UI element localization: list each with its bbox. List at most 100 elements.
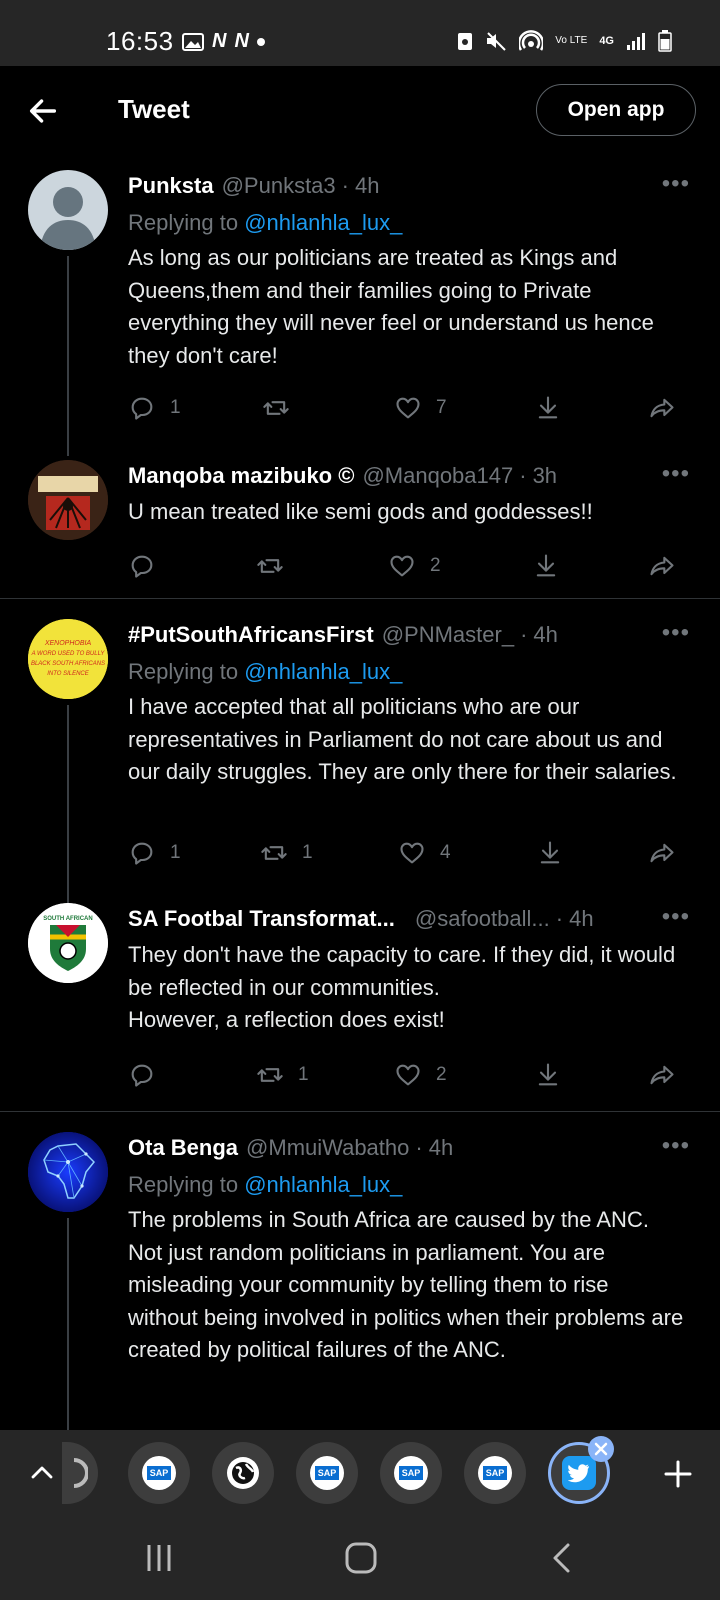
avatar[interactable] [28,460,108,540]
status-left-icons: N N [182,30,265,53]
home-icon[interactable] [344,1540,378,1576]
tweet-author-handle[interactable]: @Punksta3 [222,173,336,199]
svg-text:SOUTH AFRICAN: SOUTH AFRICAN [43,916,92,922]
tweet-time[interactable]: 4h [355,173,379,199]
download-icon [536,554,556,577]
thread-line [67,256,69,456]
tweet-author-name[interactable]: Ota Benga [128,1135,238,1161]
tab-thumbnail[interactable]: SAP [380,1442,442,1504]
sap-label: SAP [482,1466,508,1480]
tab-thumbnail[interactable] [62,1442,98,1504]
plus-icon[interactable] [664,1460,692,1488]
tweet-item[interactable]: Manqoba mazibuko © @Manqoba147 · 3h ••• … [0,446,720,598]
tab-thumbnail[interactable]: SAP [128,1442,190,1504]
replying-prefix: Replying to [128,210,239,235]
back-icon[interactable] [548,1542,578,1574]
twitter-icon [562,1456,596,1490]
tweet-author-handle[interactable]: @safootball... [415,906,550,932]
tweet-author-handle[interactable]: @PNMaster_ [382,622,514,648]
tab-thumbnail[interactable]: SAP [296,1442,358,1504]
tweet-author-handle[interactable]: @Manqoba147 [362,463,513,489]
open-app-button[interactable]: Open app [536,84,696,136]
system-navigation-bar [0,1516,720,1600]
reply-button[interactable] [128,1057,170,1093]
more-options-icon[interactable]: ••• [662,170,690,198]
reply-button[interactable] [128,548,170,584]
separator-dot: · [341,173,349,198]
retweet-icon [257,559,283,573]
reply-button[interactable]: 1 [128,835,181,871]
share-button[interactable] [648,390,676,426]
retweet-count: 1 [298,1064,309,1085]
retweet-button[interactable]: 1 [260,835,313,871]
tweet-item[interactable]: XENOPHOBIA A WORD USED TO BULLY BLACK SO… [0,599,720,905]
avatar[interactable]: XENOPHOBIA A WORD USED TO BULLY BLACK SO… [28,619,108,699]
replying-to: Replying to @nhlanhla_lux_ [128,659,402,685]
like-button[interactable]: 7 [394,390,447,426]
tweet-time[interactable]: 3h [533,463,557,489]
tweet-author-name[interactable]: Manqoba mazibuko © [128,463,354,489]
tweet-item[interactable]: SOUTH AFRICAN SA Footbal Transformat... … [0,889,720,1111]
share-icon [650,556,674,576]
mention-link[interactable]: @nhlanhla_lux_ [244,210,402,235]
tweet-author-handle[interactable]: @MmuiWabatho [246,1135,409,1161]
globe-icon [227,1457,259,1489]
hotspot-icon [519,30,544,51]
tab-tray: SAP SAP SAP SAP [0,1430,720,1516]
share-button[interactable] [648,835,676,871]
chevron-up-icon[interactable] [28,1460,56,1486]
tweet-time[interactable]: 4h [569,906,593,932]
like-button[interactable]: 4 [398,835,451,871]
tweet-item[interactable]: Ota Benga @MmuiWabatho · 4h ••• Replying… [0,1112,720,1430]
tweet-actions: 1 2 [128,1057,694,1093]
like-count: 7 [436,397,447,418]
battery-icon [658,30,672,52]
replies-feed[interactable]: Punksta @Punksta3 · 4h ••• Replying to @… [0,156,720,1430]
avatar[interactable] [28,170,108,250]
retweet-button[interactable] [256,548,298,584]
share-button[interactable] [648,548,676,584]
more-options-icon[interactable]: ••• [662,903,690,931]
retweet-icon [261,846,287,860]
like-button[interactable]: 2 [388,548,441,584]
mention-link[interactable]: @nhlanhla_lux_ [244,659,402,684]
reply-button[interactable]: 1 [128,390,181,426]
download-button[interactable] [534,390,562,426]
animal-farm-avatar-icon [28,460,108,540]
tweet-time[interactable]: 4h [533,622,557,648]
heart-icon [390,555,414,577]
tab-thumbnail[interactable]: SAP [464,1442,526,1504]
download-button[interactable] [536,835,564,871]
tweet-author-name[interactable]: Punksta [128,173,214,199]
tweet-author-name[interactable]: #PutSouthAfricansFirst [128,622,374,648]
tweet-item[interactable]: Punksta @Punksta3 · 4h ••• Replying to @… [0,156,720,456]
status-right-icons: Vo LTE 4G [457,30,672,52]
download-button[interactable] [534,1057,562,1093]
reply-count: 1 [170,397,181,418]
avatar[interactable]: SOUTH AFRICAN [28,903,108,983]
share-icon [650,398,674,418]
like-button[interactable]: 2 [394,1057,447,1093]
app-header: Tweet Open app [0,66,720,156]
download-button[interactable] [532,548,560,584]
more-options-icon[interactable]: ••• [662,460,690,488]
tweet-actions: 1 1 4 [128,835,694,871]
tweet-author-name[interactable]: SA Footbal Transformat... [128,906,395,932]
nfc-icon [458,33,473,50]
avatar[interactable] [28,1132,108,1212]
like-count: 2 [430,555,441,576]
separator-dot: · [519,463,527,488]
close-tab-button[interactable] [588,1436,614,1462]
back-arrow-icon[interactable] [26,94,60,128]
tab-thumbnail[interactable] [212,1442,274,1504]
retweet-button[interactable]: 1 [256,1057,309,1093]
more-options-icon[interactable]: ••• [662,619,690,647]
download-icon [540,841,560,864]
recents-icon[interactable] [142,1542,176,1574]
mention-link[interactable]: @nhlanhla_lux_ [244,1172,402,1197]
sap-label: SAP [314,1466,340,1480]
retweet-button[interactable] [262,390,304,426]
share-button[interactable] [648,1057,676,1093]
more-options-icon[interactable]: ••• [662,1132,690,1160]
tweet-time[interactable]: 4h [429,1135,453,1161]
